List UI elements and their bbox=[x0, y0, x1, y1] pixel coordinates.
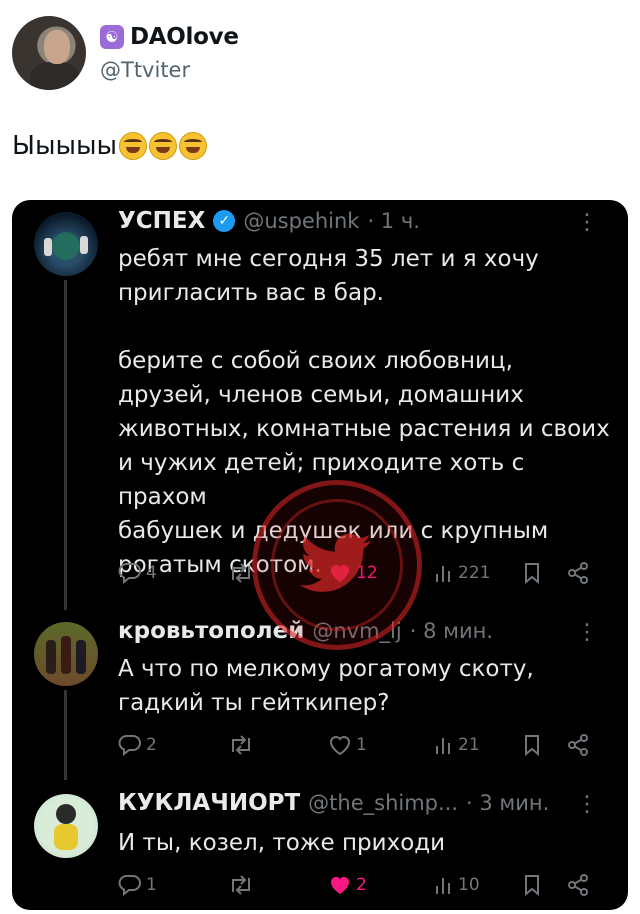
share-icon bbox=[568, 562, 588, 584]
post-author-handle[interactable]: @the_shimp... bbox=[308, 791, 458, 815]
rofl-emoji-icon bbox=[179, 132, 208, 160]
author-handle[interactable]: @Ttviter bbox=[100, 58, 190, 82]
share-button[interactable] bbox=[566, 562, 590, 584]
post-line: друзей, членов семьи, домашних bbox=[118, 382, 524, 408]
like-count: 2 bbox=[356, 875, 367, 895]
view-count: 10 bbox=[458, 875, 480, 895]
post-line: И ты, козел, тоже приходи bbox=[118, 830, 446, 856]
thread-connector-line bbox=[64, 280, 67, 610]
post-line: животных, комнатные растения и своих bbox=[118, 416, 610, 442]
thread-connector-line bbox=[64, 690, 67, 780]
reply-icon bbox=[118, 875, 141, 896]
view-count: 221 bbox=[458, 563, 491, 583]
embedded-thread-screenshot: УСПЕХ ✓ @uspehink · 1 ч. ⋮ ребят мне сег… bbox=[12, 200, 628, 910]
tweet-text-content: Ыыыыы bbox=[12, 131, 118, 161]
post-avatar[interactable] bbox=[34, 794, 98, 858]
post-line bbox=[118, 310, 618, 344]
rofl-emoji-icon bbox=[149, 132, 178, 160]
like-button[interactable]: 1 bbox=[328, 734, 367, 756]
repost-button[interactable] bbox=[228, 874, 258, 896]
post-time[interactable]: · 1 ч. bbox=[367, 209, 419, 233]
author-display-name[interactable]: DAOlove bbox=[130, 24, 239, 50]
share-icon bbox=[568, 874, 588, 896]
views-chart-icon bbox=[436, 878, 450, 894]
repost-icon bbox=[232, 735, 250, 755]
reply-count: 4 bbox=[146, 563, 157, 583]
post-avatar[interactable] bbox=[34, 212, 98, 276]
post-body: И ты, козел, тоже приходи bbox=[118, 826, 618, 860]
post-body: А что по мелкому рогатому скоту, гадкий … bbox=[118, 652, 618, 720]
bookmark-button[interactable] bbox=[522, 874, 542, 896]
author-avatar[interactable] bbox=[12, 16, 86, 90]
post-line: берите с собой своих любовниц, bbox=[118, 348, 513, 374]
heart-filled-icon bbox=[331, 877, 349, 894]
post-header: КУКЛАЧИОРТ @the_shimp... · 3 мин. bbox=[118, 790, 549, 816]
reply-count: 2 bbox=[146, 735, 157, 755]
post-line: пригласить вас в бар. bbox=[118, 280, 384, 306]
post-author-name[interactable]: УСПЕХ bbox=[118, 208, 205, 234]
post-author-name[interactable]: КУКЛАЧИОРТ bbox=[118, 790, 300, 816]
more-options-icon[interactable]: ⋮ bbox=[576, 620, 598, 645]
like-count: 1 bbox=[356, 735, 367, 755]
post-time[interactable]: · 8 мин. bbox=[410, 619, 493, 643]
bookmark-icon bbox=[525, 875, 539, 896]
author-name-row[interactable]: ☯ DAOlove bbox=[100, 24, 239, 50]
heart-outline-icon bbox=[329, 736, 351, 756]
views-chart-icon bbox=[436, 566, 450, 582]
post-header: УСПЕХ ✓ @uspehink · 1 ч. bbox=[118, 208, 420, 234]
reply-count: 1 bbox=[146, 875, 157, 895]
bookmark-button[interactable] bbox=[522, 734, 542, 756]
post-line: гадкий ты гейткипер? bbox=[118, 690, 390, 716]
post-author-handle[interactable]: @uspehink bbox=[243, 209, 359, 233]
reply-button[interactable]: 4 bbox=[118, 562, 157, 584]
more-options-icon[interactable]: ⋮ bbox=[576, 792, 598, 817]
view-count: 21 bbox=[458, 735, 480, 755]
views-button[interactable]: 221 bbox=[434, 562, 490, 584]
post-time[interactable]: · 3 мин. bbox=[466, 791, 549, 815]
bookmark-icon bbox=[525, 563, 539, 584]
reply-button[interactable]: 2 bbox=[118, 734, 157, 756]
post-line: А что по мелкому рогатому скоту, bbox=[118, 656, 534, 682]
bookmark-icon bbox=[525, 735, 539, 756]
post-avatar[interactable] bbox=[34, 622, 98, 686]
rofl-emoji-icon bbox=[119, 132, 148, 160]
views-chart-icon bbox=[436, 738, 450, 754]
like-button[interactable]: 2 bbox=[328, 874, 367, 896]
share-button[interactable] bbox=[566, 734, 590, 756]
share-button[interactable] bbox=[566, 874, 590, 896]
post-line: ребят мне сегодня 35 лет и я хочу bbox=[118, 246, 539, 272]
post-actions: 2 1 21 bbox=[118, 734, 598, 764]
share-icon bbox=[568, 734, 588, 756]
yin-yang-icon: ☯ bbox=[100, 25, 124, 49]
reply-icon bbox=[118, 563, 141, 584]
tweet-text: Ыыыыы bbox=[12, 131, 208, 161]
thread-post: КУКЛАЧИОРТ @the_shimp... · 3 мин. ⋮ И ты… bbox=[12, 780, 628, 910]
reply-icon bbox=[118, 735, 141, 756]
tweet-header: ☯ DAOlove @Ttviter bbox=[12, 14, 612, 94]
twitter-bird-watermark bbox=[252, 480, 422, 650]
repost-icon bbox=[232, 563, 250, 583]
repost-icon bbox=[232, 875, 250, 895]
repost-button[interactable] bbox=[228, 734, 258, 756]
views-button[interactable]: 10 bbox=[434, 874, 480, 896]
verified-badge-icon: ✓ bbox=[213, 210, 236, 232]
more-options-icon[interactable]: ⋮ bbox=[576, 210, 598, 235]
twitter-bird-icon bbox=[299, 533, 372, 592]
reply-button[interactable]: 1 bbox=[118, 874, 157, 896]
post-actions: 1 2 10 bbox=[118, 874, 598, 904]
bookmark-button[interactable] bbox=[522, 562, 542, 584]
views-button[interactable]: 21 bbox=[434, 734, 480, 756]
